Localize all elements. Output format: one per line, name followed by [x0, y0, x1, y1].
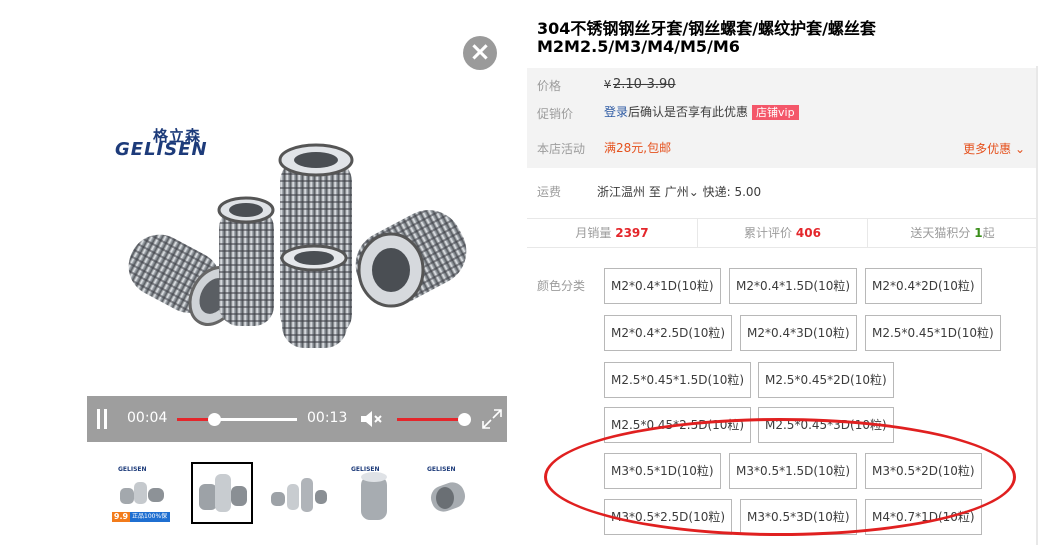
stat-label: 送天猫积分 — [910, 226, 971, 240]
stat-value: 1 — [974, 226, 983, 240]
sku-option[interactable]: M3*0.5*2.5D(10粒) — [604, 499, 733, 535]
seek-bar[interactable] — [177, 413, 297, 426]
product-media: 格立森 GELISEN 00:04 00:13 — [87, 28, 507, 442]
currency-symbol: ¥ — [604, 78, 611, 91]
video-controls: 00:04 00:13 — [87, 396, 507, 442]
more-offers-text: 更多优惠 — [963, 142, 1012, 156]
chevron-down-icon: ⌄ — [1011, 142, 1025, 156]
title-line-2: M2M2.5/M3/M4/M5/M6 — [537, 37, 740, 56]
thumbnail-1[interactable]: GELISEN 9.9 正品100%保证 — [110, 462, 172, 530]
thumb-image — [271, 478, 327, 512]
stat-label: 月销量 — [575, 226, 612, 240]
sku-option[interactable]: M2*0.4*3D(10粒) — [740, 315, 857, 351]
ship-from: 浙江温州 — [597, 185, 646, 199]
coil-right — [355, 210, 467, 308]
login-link[interactable]: 登录 — [604, 105, 628, 119]
brand-logo: 格立森 GELISEN — [115, 125, 225, 165]
stat-value: 406 — [795, 226, 821, 240]
mute-icon[interactable] — [359, 408, 383, 430]
price-range: ¥2.10-3.90 — [604, 77, 676, 92]
duration: 00:13 — [307, 410, 348, 426]
chevron-down-icon: ⌄ — [688, 185, 699, 199]
express-fee: 快递: 5.00 — [702, 185, 762, 199]
sku-option[interactable]: M2.5*0.45*1D(10粒) — [865, 315, 1001, 351]
stat-label: 累计评价 — [744, 226, 793, 240]
sku-option[interactable]: M3*0.5*1D(10粒) — [604, 453, 721, 489]
sku-option[interactable]: M2*0.4*2.5D(10粒) — [604, 315, 733, 351]
promo-price: 9.9 — [112, 512, 130, 522]
shipping-info: 浙江温州 至 广州⌄ 快递: 5.00 — [597, 183, 761, 200]
sku-option[interactable]: M3*0.5*2D(10粒) — [865, 453, 982, 489]
more-offers-link[interactable]: 更多优惠 ⌄ — [963, 140, 1025, 157]
vip-badge[interactable]: 店铺vip — [752, 105, 799, 120]
stat-value: 2397 — [615, 226, 649, 240]
promo-text: 正品100%保证 — [132, 513, 168, 530]
sku-option[interactable]: M2*0.4*2D(10粒) — [865, 268, 982, 304]
promo-label: 促销价 — [537, 107, 574, 121]
ship-to-label: 至 — [648, 185, 661, 199]
coil-mid-left — [217, 196, 275, 326]
seek-handle[interactable] — [208, 413, 222, 426]
sku-option[interactable]: M2.5*0.45*2D(10粒) — [758, 362, 894, 398]
product-title: 304不锈钢钢丝牙套/钢丝螺套/螺纹护套/螺丝套 M2M2.5/M3/M4/M5… — [537, 20, 937, 56]
price-value: 2.10-3.90 — [613, 77, 676, 92]
sku-label: 颜色分类 — [537, 279, 586, 293]
activity-text[interactable]: 满28元,包邮 — [604, 139, 671, 156]
stat-monthly-sales: 月销量 2397 — [527, 219, 697, 247]
sku-option[interactable]: M3*0.5*3D(10粒) — [740, 499, 857, 535]
fullscreen-icon[interactable] — [481, 408, 503, 430]
promo-info: 登录后确认是否享有此优惠 店铺vip — [604, 103, 799, 120]
sku-option[interactable]: M2.5*0.45*2.5D(10粒) — [604, 407, 752, 443]
close-video-button[interactable]: × — [463, 36, 497, 70]
title-line-1: 304不锈钢钢丝牙套/钢丝螺套/螺纹护套/螺丝套 — [537, 19, 876, 38]
price-label: 价格 — [537, 79, 562, 93]
sku-option[interactable]: M3*0.5*1.5D(10粒) — [729, 453, 858, 489]
current-time: 00:04 — [127, 410, 168, 426]
product-image — [128, 143, 467, 348]
ship-to: 广州 — [664, 185, 689, 199]
coil-small — [280, 244, 348, 348]
volume-slider[interactable] — [397, 413, 471, 426]
close-icon: × — [469, 37, 491, 67]
stat-reviews[interactable]: 累计评价 406 — [697, 219, 867, 247]
thumbnail-3[interactable] — [267, 462, 329, 524]
sku-option[interactable]: M2*0.4*1D(10粒) — [604, 268, 721, 304]
shipping-label: 运费 — [537, 185, 562, 199]
sku-option[interactable]: M4*0.7*1D(10粒) — [865, 499, 982, 535]
ship-to-select[interactable]: 广州⌄ — [665, 185, 699, 199]
sku-option[interactable]: M2*0.4*1.5D(10粒) — [729, 268, 858, 304]
thumbnail-2[interactable] — [191, 462, 253, 524]
thumb-brand: GELISEN — [427, 466, 456, 473]
sku-option[interactable]: M2.5*0.45*1.5D(10粒) — [604, 362, 752, 398]
thumb-promo: 9.9 正品100%保证 — [112, 512, 170, 530]
volume-handle[interactable] — [457, 413, 471, 426]
thumb-image — [199, 474, 247, 512]
thumbnail-4[interactable]: GELISEN — [343, 462, 405, 524]
promo-desc: 后确认是否享有此优惠 — [628, 105, 749, 119]
brand-en: GELISEN — [115, 139, 208, 160]
activity-label: 本店活动 — [537, 142, 586, 156]
thumbnail-strip: GELISEN 9.9 正品100%保证 GELISEN GELISEN — [110, 462, 490, 530]
thumbnail-5[interactable]: GELISEN — [419, 462, 481, 524]
stat-points: 送天猫积分 1起 — [867, 219, 1037, 247]
scrollbar[interactable] — [1036, 66, 1038, 545]
sku-option[interactable]: M2.5*0.45*3D(10粒) — [758, 407, 894, 443]
stat-suffix: 起 — [982, 226, 995, 240]
thumb-brand: GELISEN — [351, 466, 380, 473]
stats-bar: 月销量 2397 累计评价 406 送天猫积分 1起 — [527, 218, 1037, 248]
thumb-brand: GELISEN — [118, 466, 147, 473]
price-panel: 价格 ¥2.10-3.90 促销价 登录后确认是否享有此优惠 店铺vip 本店活动… — [527, 68, 1037, 168]
pause-icon[interactable] — [97, 409, 107, 429]
